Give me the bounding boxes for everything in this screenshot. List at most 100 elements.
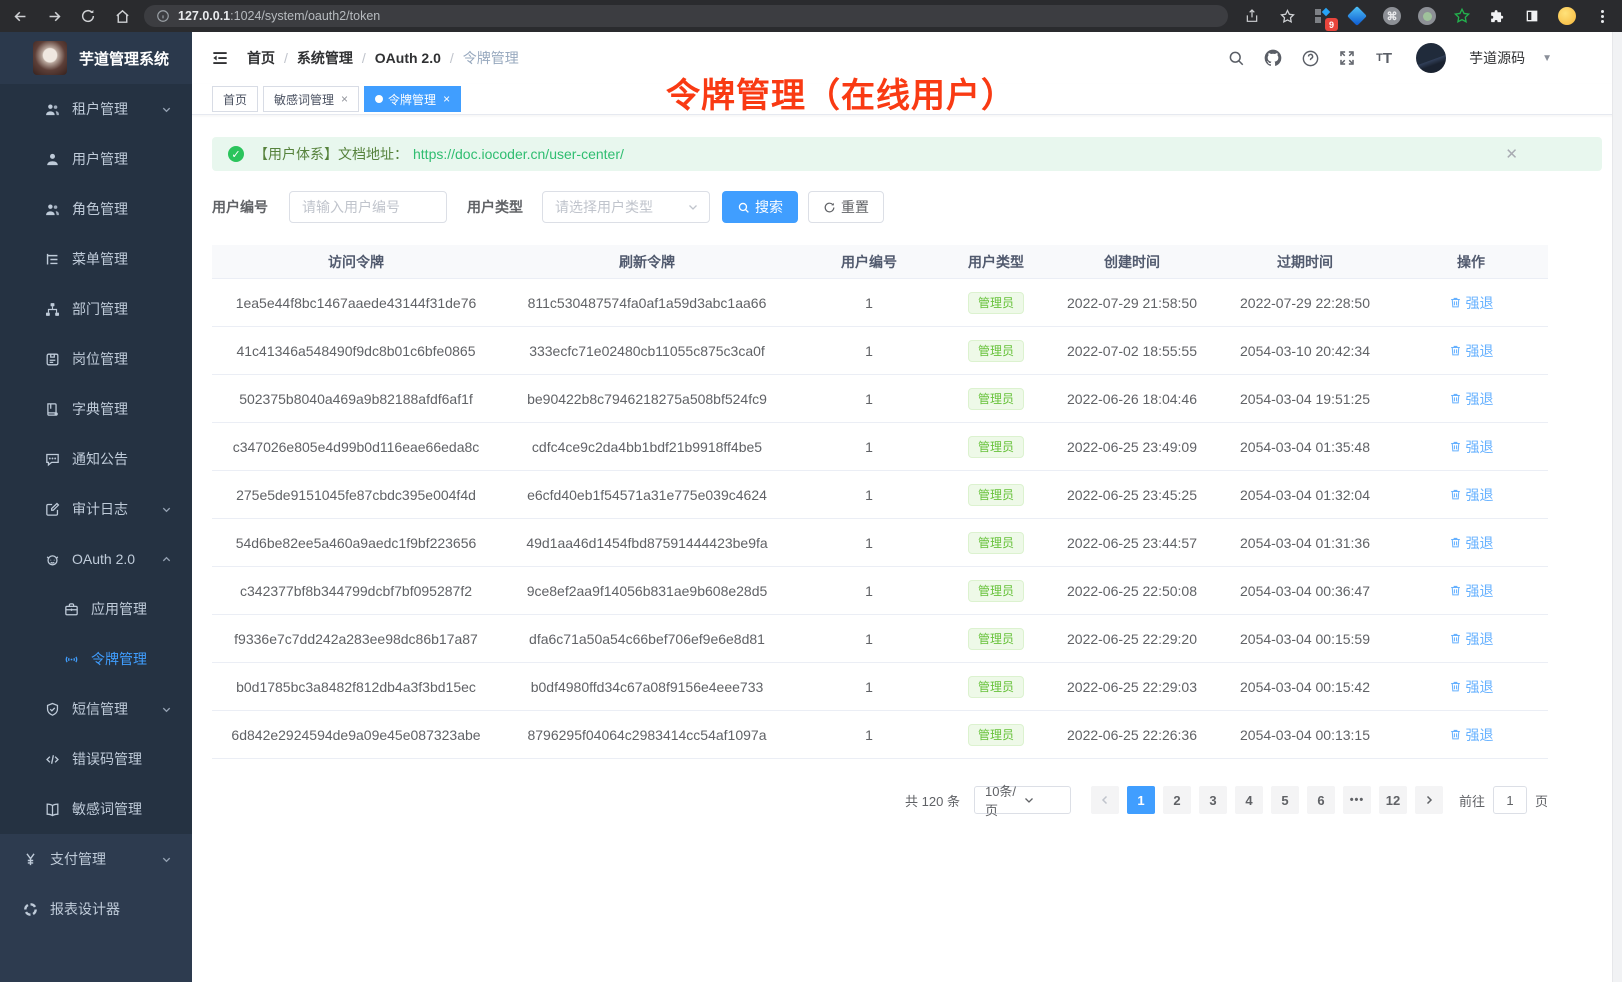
force-logout-button[interactable]: 强退 [1449, 677, 1494, 697]
share-icon[interactable] [1242, 6, 1262, 26]
forward-icon[interactable] [44, 6, 64, 26]
page-button-3[interactable]: 3 [1199, 786, 1227, 814]
extension-command-icon[interactable]: ⌘ [1382, 6, 1402, 26]
sidebar-item-0[interactable]: 租户管理 [0, 84, 192, 134]
shield-check-icon [44, 701, 61, 718]
sidebar-item-11[interactable]: 令牌管理 [0, 634, 192, 684]
extension-record-icon[interactable] [1417, 6, 1437, 26]
page-button-6[interactable]: 6 [1307, 786, 1335, 814]
user-menu-caret-icon[interactable]: ▼ [1542, 53, 1552, 64]
font-size-icon[interactable]: TT [1373, 47, 1395, 69]
sidebar-item-1[interactable]: 用户管理 [0, 134, 192, 184]
sidebar-item-8[interactable]: 审计日志 [0, 484, 192, 534]
profile-avatar-icon[interactable] [1557, 6, 1577, 26]
user-type-badge: 管理员 [968, 340, 1024, 362]
sidebar-item-10[interactable]: 应用管理 [0, 584, 192, 634]
bookmark-star-icon[interactable] [1277, 6, 1297, 26]
page-button-4[interactable]: 4 [1235, 786, 1263, 814]
sidebar-item-2[interactable]: 角色管理 [0, 184, 192, 234]
goto-page-input[interactable] [1493, 786, 1527, 814]
username[interactable]: 芋道源码 [1469, 48, 1525, 68]
user-type-cell: 管理员 [944, 628, 1048, 650]
next-page-button[interactable] [1415, 786, 1443, 814]
trash-icon [1449, 584, 1462, 597]
search-button[interactable]: 搜索 [722, 191, 798, 223]
home-icon[interactable] [112, 6, 132, 26]
app-logo[interactable]: 芋道管理系统 [0, 32, 192, 84]
fullscreen-icon[interactable] [1336, 47, 1358, 69]
chevron-down-icon [161, 854, 172, 865]
tab-sensitive-words[interactable]: 敏感词管理 × [263, 86, 359, 112]
search-icon[interactable] [1225, 47, 1247, 69]
extension-puzzle-icon[interactable] [1487, 6, 1507, 26]
sidebar-menu: 租户管理用户管理角色管理菜单管理部门管理岗位管理字典管理通知公告审计日志OAut… [0, 84, 192, 934]
force-logout-button[interactable]: 强退 [1449, 437, 1494, 457]
page-size-select[interactable]: 10条/页 [974, 786, 1071, 814]
column-header: 刷新令牌 [500, 252, 794, 272]
tab-close-icon[interactable]: × [443, 92, 450, 106]
force-logout-button[interactable]: 强退 [1449, 341, 1494, 361]
address-bar[interactable]: 127.0.0.1:1024/system/oauth2/token [144, 5, 1228, 27]
sidebar-item-5[interactable]: 岗位管理 [0, 334, 192, 384]
tab-close-icon[interactable]: × [341, 92, 348, 106]
force-logout-button[interactable]: 强退 [1449, 485, 1494, 505]
table-row: 41c41346a548490f9dc8b01c6bfe0865333ecfc7… [212, 327, 1548, 375]
page-scrollbar[interactable] [1612, 32, 1622, 982]
user-id-cell: 1 [794, 535, 944, 551]
sidebar-item-6[interactable]: 字典管理 [0, 384, 192, 434]
site-info-icon[interactable] [156, 9, 170, 23]
force-logout-button[interactable]: 强退 [1449, 725, 1494, 745]
tab-home[interactable]: 首页 [212, 86, 258, 112]
sidebar-item-3[interactable]: 菜单管理 [0, 234, 192, 284]
trash-icon [1449, 680, 1462, 693]
extension-reader-icon[interactable] [1522, 6, 1542, 26]
reload-icon[interactable] [78, 6, 98, 26]
reset-button[interactable]: 重置 [808, 191, 884, 223]
doc-link[interactable]: https://doc.iocoder.cn/user-center/ [413, 146, 624, 162]
force-logout-button[interactable]: 强退 [1449, 533, 1494, 553]
page-button-2[interactable]: 2 [1163, 786, 1191, 814]
action-cell: 强退 [1394, 437, 1548, 457]
create-time-cell: 2022-06-25 22:29:20 [1048, 631, 1216, 647]
force-logout-button[interactable]: 强退 [1449, 629, 1494, 649]
force-logout-button[interactable]: 强退 [1449, 293, 1494, 313]
create-time-cell: 2022-06-25 22:50:08 [1048, 583, 1216, 599]
user-type-select[interactable]: 请选择用户类型 [542, 191, 710, 223]
extension-grid-icon[interactable]: 9 [1312, 6, 1332, 26]
tab-token-management[interactable]: 令牌管理 × [364, 86, 461, 112]
sidebar-item-7[interactable]: 通知公告 [0, 434, 192, 484]
user-id-cell: 1 [794, 727, 944, 743]
sidebar-item-4[interactable]: 部门管理 [0, 284, 192, 334]
table-row: c347026e805e4d99b0d116eae66eda8ccdfc4ce9… [212, 423, 1548, 471]
back-icon[interactable] [10, 6, 30, 26]
alert-close-icon[interactable]: ✕ [1505, 145, 1518, 163]
force-logout-button[interactable]: 强退 [1449, 389, 1494, 409]
user-avatar[interactable] [1416, 43, 1446, 73]
breadcrumb-home[interactable]: 首页 [247, 48, 275, 68]
sidebar-item-13[interactable]: 错误码管理 [0, 734, 192, 784]
sidebar-item-15[interactable]: 支付管理 [0, 834, 192, 884]
collapse-sidebar-icon[interactable] [210, 48, 230, 68]
sidebar-item-9[interactable]: OAuth 2.0 [0, 534, 192, 584]
page-button-1[interactable]: 1 [1127, 786, 1155, 814]
prev-page-button[interactable] [1091, 786, 1119, 814]
message-icon [44, 451, 61, 468]
briefcase-icon [63, 601, 80, 618]
extension-star-icon[interactable] [1452, 6, 1472, 26]
action-cell: 强退 [1394, 581, 1548, 601]
sidebar-item-12[interactable]: 短信管理 [0, 684, 192, 734]
user-id-input[interactable] [289, 191, 447, 223]
sidebar-item-16[interactable]: 报表设计器 [0, 884, 192, 934]
sidebar-item-14[interactable]: 敏感词管理 [0, 784, 192, 834]
page-unit-label: 页 [1535, 791, 1548, 810]
expire-time-cell: 2054-03-10 20:42:34 [1216, 343, 1394, 359]
page-button-12[interactable]: 12 [1379, 786, 1407, 814]
browser-menu-icon[interactable] [1592, 6, 1612, 26]
extension-gem-icon[interactable] [1347, 6, 1367, 26]
force-logout-button[interactable]: 强退 [1449, 581, 1494, 601]
page-button-5[interactable]: 5 [1271, 786, 1299, 814]
help-icon[interactable] [1299, 47, 1321, 69]
github-icon[interactable] [1262, 47, 1284, 69]
dict-book-icon [44, 401, 61, 418]
pager-ellipsis[interactable]: ••• [1343, 786, 1371, 814]
